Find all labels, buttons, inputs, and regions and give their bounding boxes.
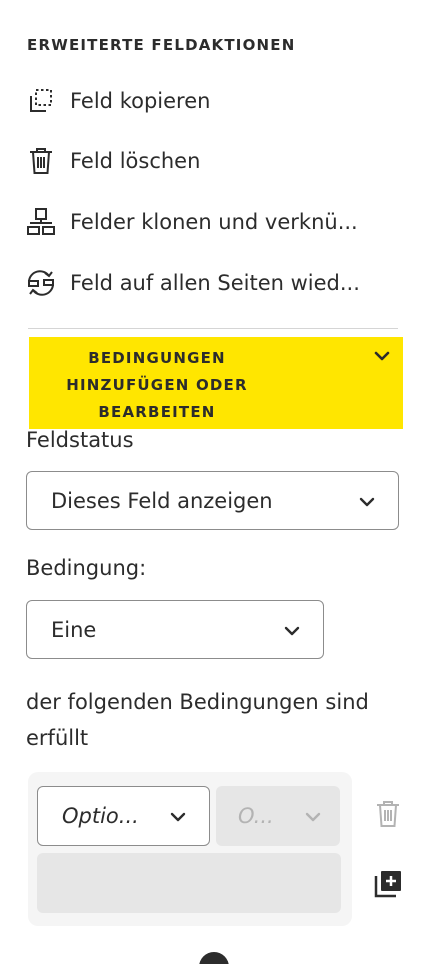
field-status-value: Dieses Feld anzeigen bbox=[51, 488, 273, 513]
trash-icon bbox=[26, 146, 56, 176]
copy-field-label: Feld kopieren bbox=[70, 89, 211, 113]
section-divider bbox=[28, 328, 398, 329]
chevron-down-icon bbox=[358, 492, 376, 510]
repeat-field-pages-label: Feld auf allen Seiten wied... bbox=[70, 271, 360, 295]
condition-description: der folgenden Bedingungen sind erfüllt bbox=[26, 690, 369, 750]
condition-option-value: Optio... bbox=[62, 804, 139, 828]
field-status-select[interactable]: Dieses Feld anzeigen bbox=[26, 471, 399, 530]
clone-link-icon bbox=[26, 207, 56, 237]
repeat-pages-icon bbox=[26, 268, 56, 298]
condition-value-field bbox=[37, 853, 341, 913]
copy-field-action[interactable]: Feld kopieren bbox=[26, 86, 210, 116]
clone-link-fields-label: Felder klonen und verknü... bbox=[70, 210, 358, 234]
delete-field-action[interactable]: Feld löschen bbox=[26, 146, 200, 176]
conditions-section-title: BEDINGUNGEN HINZUFÜGEN ODER BEARBEITEN bbox=[66, 349, 248, 421]
condition-operator-value: O... bbox=[238, 804, 274, 828]
add-condition-icon[interactable] bbox=[372, 868, 404, 900]
condition-value: Eine bbox=[51, 617, 97, 642]
copy-field-icon bbox=[26, 86, 56, 116]
condition-operator-select: O... bbox=[216, 786, 340, 846]
repeat-field-pages-action[interactable]: Feld auf allen Seiten wied... bbox=[26, 268, 360, 298]
condition-label: Bedingung: bbox=[26, 556, 147, 580]
chevron-down-icon bbox=[304, 807, 322, 825]
conditions-section-header[interactable]: BEDINGUNGEN HINZUFÜGEN ODER BEARBEITEN bbox=[29, 337, 403, 429]
scroll-indicator-icon bbox=[199, 952, 229, 964]
clone-link-fields-action[interactable]: Felder klonen und verknü... bbox=[26, 207, 358, 237]
condition-option-select[interactable]: Optio... bbox=[37, 786, 210, 846]
chevron-down-icon bbox=[169, 807, 187, 825]
delete-field-label: Feld löschen bbox=[70, 149, 201, 173]
delete-condition-icon bbox=[372, 798, 404, 830]
advanced-field-actions-title: ERWEITERTE FELDAKTIONEN bbox=[27, 36, 296, 54]
chevron-down-icon bbox=[283, 621, 301, 639]
condition-select[interactable]: Eine bbox=[26, 600, 324, 659]
field-status-label: Feldstatus bbox=[26, 428, 134, 452]
chevron-down-icon[interactable] bbox=[371, 345, 393, 367]
